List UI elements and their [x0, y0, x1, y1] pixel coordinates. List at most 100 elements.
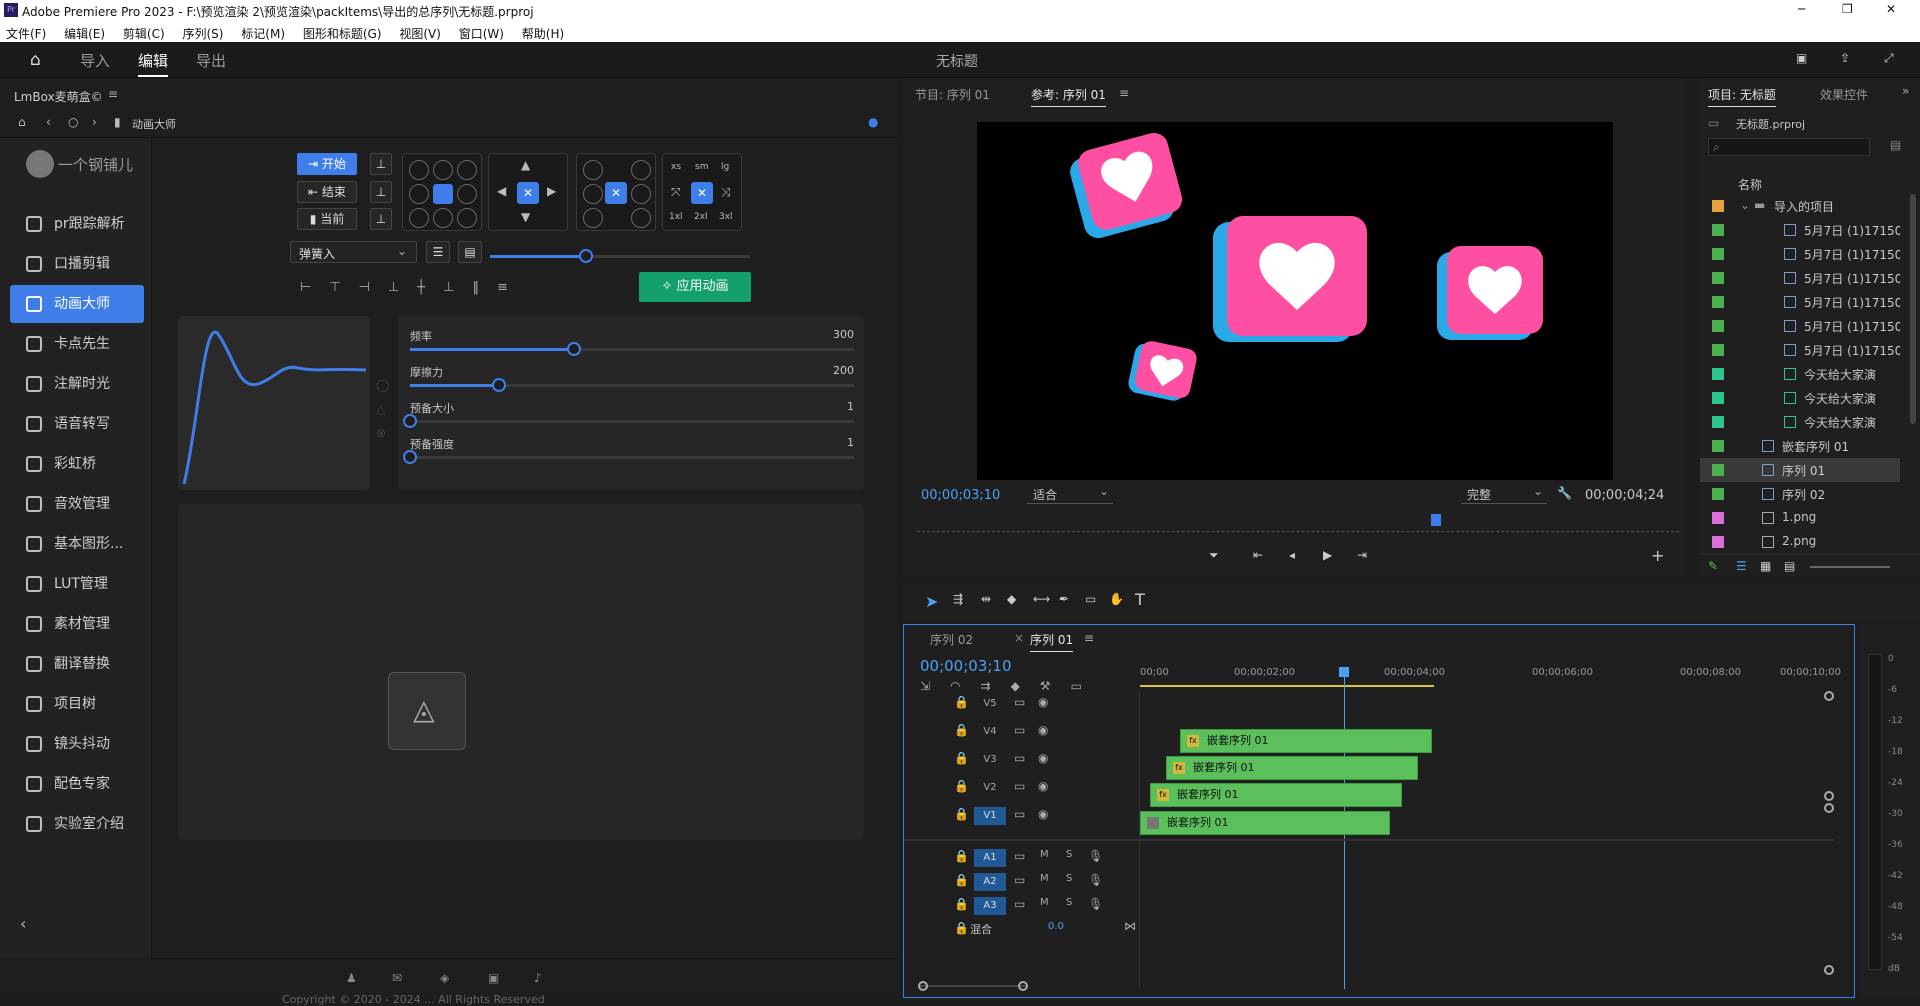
menu-help[interactable]: 帮助(H) — [522, 27, 564, 41]
menu-window[interactable]: 窗口(W) — [459, 27, 504, 41]
menu-sequence[interactable]: 序列(S) — [182, 27, 223, 41]
scroll-handle[interactable] — [1824, 803, 1834, 813]
preset-icon[interactable]: ▤ — [458, 241, 482, 263]
playhead-handle[interactable] — [1339, 667, 1349, 677]
tab-reference[interactable]: 参考: 序列 01 — [1031, 86, 1106, 107]
track-select-icon[interactable]: ⇶ — [953, 592, 963, 606]
playhead-icon[interactable] — [1431, 514, 1441, 526]
time-ruler[interactable]: 00;00 00;00;02;00 00;00;04;00 00;00;06;0… — [1140, 667, 1841, 689]
align-toolbar[interactable]: ⊢⊤⊣⊥┼⊥‖≡ — [300, 280, 560, 300]
track-label[interactable]: V1 — [974, 807, 1006, 825]
anchor-bottom-right[interactable] — [457, 208, 477, 228]
eye-icon[interactable]: ◉ — [1038, 723, 1048, 737]
list-item[interactable]: ⌄ ▬ 导入的项目 — [1700, 194, 1900, 218]
wrench-icon[interactable]: 🔧 — [1557, 486, 1572, 500]
stamp-icon[interactable]: ⊥ — [370, 181, 392, 203]
clip-v1[interactable]: 嵌套序列 01 — [1140, 811, 1390, 835]
menu-view[interactable]: 视图(V) — [399, 27, 441, 41]
mute-toggle[interactable]: M — [1040, 849, 1049, 860]
lock-icon[interactable]: 🔒 — [954, 751, 969, 765]
weibo-icon[interactable]: ◈ — [440, 971, 449, 985]
close-icon[interactable]: ✕ — [1886, 2, 1896, 16]
shrink-icon[interactable]: ⤨ — [721, 185, 731, 200]
lock-icon[interactable]: 🔒 — [954, 807, 969, 821]
anchor-top-right[interactable] — [457, 160, 477, 180]
list-item-selected[interactable]: 序列 01 — [1700, 458, 1900, 482]
size-2xl[interactable]: 2xl — [694, 212, 708, 222]
arrow-left-icon[interactable]: ◀ — [497, 184, 506, 198]
sidebar-item-0[interactable]: pr跟踪解析 — [10, 205, 144, 243]
home-icon[interactable]: ⌂ — [30, 50, 41, 70]
sidebar-item-15[interactable]: 实验室介绍 — [10, 805, 144, 843]
param-slider[interactable] — [410, 342, 854, 356]
tiktok-icon[interactable]: ♪ — [534, 971, 542, 985]
sidebar-item-4[interactable]: 注解时光 — [10, 365, 144, 403]
tab-effect-controls[interactable]: 效果控件 — [1820, 86, 1868, 103]
tab-project[interactable]: 项目: 无标题 — [1708, 86, 1776, 107]
clip-v3[interactable]: fx 嵌套序列 01 — [1166, 756, 1418, 780]
panel-menu-icon[interactable]: ≡ — [108, 87, 118, 101]
clip-v2[interactable]: fx 嵌套序列 01 — [1150, 783, 1402, 807]
settings-sliders-icon[interactable]: ☰ — [426, 241, 450, 263]
scroll-handle[interactable] — [1018, 981, 1028, 991]
track-label[interactable]: A3 — [974, 897, 1006, 915]
circle-icon[interactable]: ◯ — [376, 378, 389, 392]
lock-icon[interactable]: 🔒 — [954, 921, 969, 935]
anchor-bottom-left[interactable] — [409, 208, 429, 228]
sidebar-item-3[interactable]: 卡点先生 — [10, 325, 144, 363]
size-none-icon[interactable]: ✕ — [691, 182, 713, 204]
param-slider[interactable] — [410, 378, 854, 392]
sidebar-item-6[interactable]: 彩虹桥 — [10, 445, 144, 483]
pen-icon[interactable]: ✒ — [1059, 592, 1069, 606]
mix-value[interactable]: 0.0 — [1048, 921, 1064, 932]
anchor-bottom[interactable] — [433, 208, 453, 228]
sync-icon[interactable]: ▭ — [1014, 897, 1025, 911]
list-item[interactable]: 5月7日 (1)17150 — [1700, 290, 1900, 314]
work-area-bar[interactable] — [1140, 685, 1434, 687]
type-tool-icon[interactable]: T — [1135, 590, 1145, 609]
scroll-handle[interactable] — [1824, 791, 1834, 801]
mic-icon[interactable]: 🎙 — [1088, 849, 1103, 863]
refresh-icon[interactable]: ○ — [68, 115, 78, 129]
end-button[interactable]: ⇤ 结束 — [297, 181, 357, 203]
ripple-edit-icon[interactable]: ⇹ — [981, 592, 991, 606]
step-back-icon[interactable]: ◂ — [1289, 548, 1295, 562]
sidebar-item-5[interactable]: 语音转写 — [10, 405, 144, 443]
share-icon[interactable]: ⇪ — [1840, 51, 1850, 65]
rotate-cw-icon[interactable] — [631, 160, 651, 180]
chevron-down-icon[interactable]: ⌄ — [1740, 198, 1750, 212]
wechat-icon[interactable]: ✉ — [392, 971, 402, 985]
list-item[interactable]: 今天给大家演 — [1700, 362, 1900, 386]
add-button-icon[interactable]: + — [1651, 546, 1664, 565]
stamp-icon[interactable]: ⊥ — [370, 153, 392, 175]
anchor-top-left[interactable] — [409, 160, 429, 180]
size-lg[interactable]: lg — [721, 162, 729, 172]
mute-toggle[interactable]: M — [1040, 897, 1049, 908]
sidebar-item-12[interactable]: 项目树 — [10, 685, 144, 723]
home-icon[interactable]: ⌂ — [18, 115, 26, 129]
scrollbar[interactable] — [1910, 194, 1916, 424]
tab-export[interactable]: 导出 — [196, 50, 226, 71]
hand-icon[interactable]: ✋ — [1109, 592, 1124, 606]
arrow-down-icon[interactable]: ▼ — [521, 210, 530, 224]
minimize-icon[interactable]: ─ — [1798, 2, 1805, 16]
eye-icon[interactable]: ◉ — [1038, 779, 1048, 793]
list-item[interactable]: 2.png — [1700, 530, 1900, 554]
quality-select[interactable]: 完整 ⌄ — [1461, 484, 1547, 504]
arrow-up-icon[interactable]: ▲ — [521, 158, 530, 172]
sync-icon[interactable]: ▭ — [1014, 695, 1025, 709]
sidebar-item-14[interactable]: 配色专家 — [10, 765, 144, 803]
list-item[interactable]: 5月7日 (1)17150 — [1700, 338, 1900, 362]
sync-icon[interactable]: ▭ — [1014, 751, 1025, 765]
param-slider-knob[interactable] — [403, 450, 417, 464]
list-view-icon[interactable]: ☰ — [1736, 559, 1747, 573]
project-search-input[interactable]: ⌕ — [1708, 138, 1870, 156]
size-3xl[interactable]: 3xl — [719, 212, 733, 222]
sync-icon[interactable]: ▭ — [1014, 849, 1025, 863]
close-circle-icon[interactable]: ⊗ — [376, 426, 386, 440]
selection-tool-icon[interactable]: ➤ — [925, 592, 938, 611]
panel-menu-icon[interactable]: ≡ — [1084, 631, 1094, 645]
scroll-handle[interactable] — [1824, 691, 1834, 701]
menu-edit[interactable]: 编辑(E) — [64, 27, 105, 41]
freeform-view-icon[interactable]: ▤ — [1784, 559, 1795, 573]
